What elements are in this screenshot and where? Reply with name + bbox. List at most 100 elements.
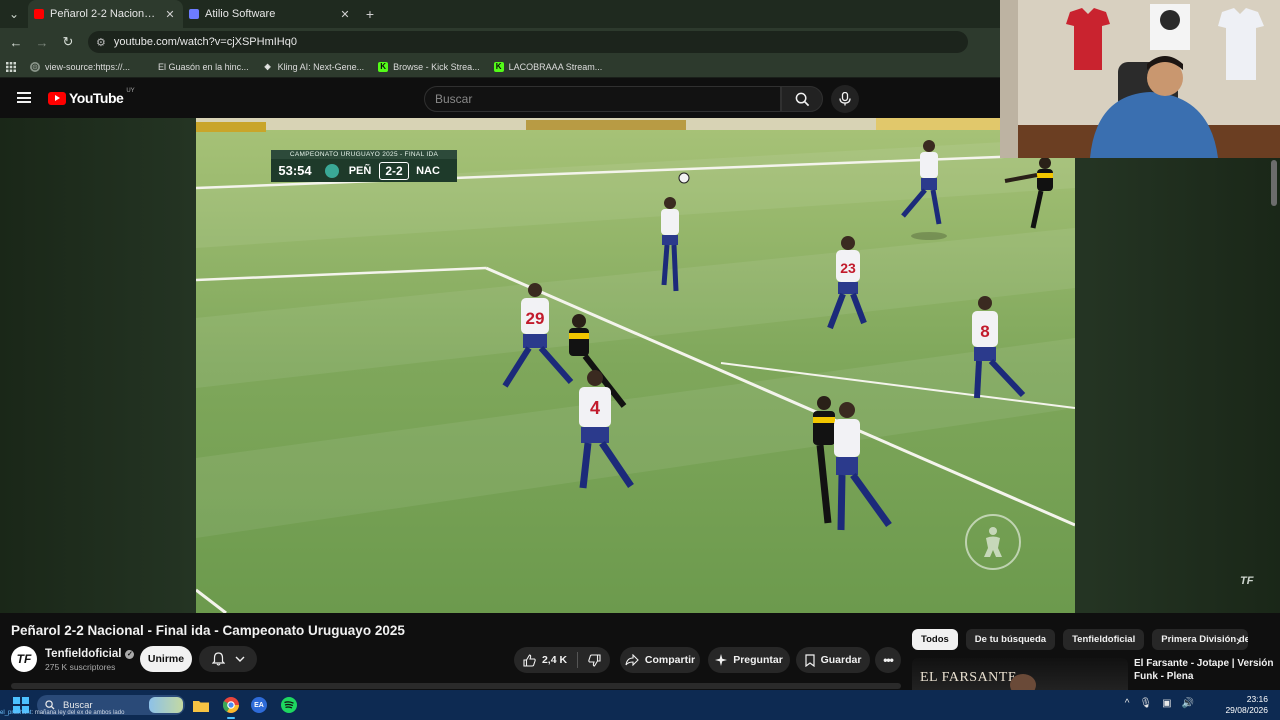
page-scrollbar[interactable]	[1271, 160, 1277, 206]
like-divider	[577, 652, 579, 668]
kick-icon: K	[378, 61, 389, 72]
chip-all[interactable]: Todos	[912, 629, 958, 650]
url-text: youtube.com/watch?v=cjXSPHmIHq0	[113, 36, 297, 48]
share-icon	[625, 654, 639, 666]
volume-icon[interactable]: 🔊	[1182, 698, 1194, 709]
svg-text:29: 29	[526, 309, 545, 328]
tab-youtube[interactable]: Peñarol 2-2 Nacional - Final ida ✕	[28, 0, 183, 28]
bookmark-label: El Guasón en la hinc...	[158, 61, 249, 72]
share-button[interactable]: Compartir	[620, 647, 700, 673]
chrome-icon[interactable]	[221, 695, 241, 719]
voice-search-button[interactable]	[831, 85, 859, 113]
kling-icon: ◈	[264, 62, 271, 71]
chip-from-search[interactable]: De tu búsqueda	[965, 629, 1056, 650]
bookmark-label: LACOBRAAA Stream...	[508, 61, 603, 72]
league-badge-icon	[325, 163, 339, 178]
chevron-up-icon[interactable]: ^	[1125, 698, 1130, 709]
tab-close-icon[interactable]: ✕	[163, 8, 177, 21]
clock-time: 23:16	[1246, 694, 1268, 704]
ea-app-icon[interactable]: EA	[249, 695, 269, 715]
recommendation-title[interactable]: El Farsante - Jotape | Versión Funk - Pl…	[1134, 657, 1274, 683]
ticker-user: el_prashant	[0, 710, 32, 716]
dislike-button[interactable]	[588, 653, 601, 667]
screen: ⌄ Peñarol 2-2 Nacional - Final ida ✕ Ati…	[0, 0, 1280, 720]
tab-close-icon[interactable]: ✕	[338, 8, 352, 21]
thumbs-down-icon	[588, 653, 601, 667]
streamer-camera	[1000, 0, 1280, 158]
taskbar-search-label: Buscar	[63, 699, 93, 711]
notifications-button[interactable]	[199, 646, 257, 672]
youtube-header: YouTube UY Buscar	[0, 78, 1000, 118]
chat-ticker: el_prashant: mañana ley del ex de ambos …	[0, 710, 124, 716]
spotify-icon[interactable]	[279, 695, 299, 715]
recommendation-thumbnail[interactable]: EL FARSANTE	[912, 658, 1128, 690]
bookmark-lacobraaa[interactable]: K LACOBRAAA Stream...	[493, 61, 603, 72]
channel-mark: TF	[1240, 575, 1254, 587]
address-bar[interactable]: ⚙ youtube.com/watch?v=cjXSPHmIHq0	[88, 31, 968, 53]
comments-placeholder-bar	[11, 683, 901, 689]
ask-button[interactable]: Preguntar	[708, 647, 790, 673]
more-actions-button[interactable]: •••	[875, 647, 901, 673]
youtube-play-icon	[48, 91, 66, 105]
search-input[interactable]: Buscar	[424, 86, 781, 112]
forward-icon[interactable]: →	[32, 32, 52, 52]
bookmark-view-source[interactable]: ◎ view-source:https://...	[30, 61, 130, 72]
home-team: PEÑ	[348, 164, 372, 177]
save-button[interactable]: Guardar	[796, 647, 870, 673]
thumbnail-face	[1010, 674, 1036, 690]
sparkle-icon	[715, 654, 728, 666]
taskbar-clock[interactable]: 23:16 29/08/2026	[1225, 694, 1268, 716]
search-highlight-image	[149, 697, 183, 713]
youtube-logo[interactable]: YouTube UY	[48, 88, 135, 106]
chip-primera-division[interactable]: Primera División de U	[1152, 629, 1249, 650]
recommendation-chips: Todos De tu búsqueda Tenfieldoficial Pri…	[912, 629, 1249, 651]
match-score: 2-2	[379, 161, 409, 180]
match-clock: 53:54	[278, 163, 312, 178]
ticker-text: : mañana ley del ex de ambos lado	[31, 710, 125, 716]
save-label: Guardar	[820, 654, 862, 666]
away-team: NAC	[416, 164, 440, 177]
bookmark-label: Kling AI: Next-Gene...	[277, 61, 365, 72]
file-explorer-icon[interactable]	[191, 695, 211, 715]
search-button[interactable]	[781, 86, 823, 112]
reload-icon[interactable]: ↻	[58, 32, 78, 52]
more-icon: •••	[883, 653, 894, 667]
microphone-tray-icon[interactable]: 🎙	[1139, 698, 1152, 709]
youtube-icon	[34, 9, 44, 19]
new-tab-button[interactable]: +	[358, 6, 382, 22]
bookmark-kling[interactable]: ◈ Kling AI: Next-Gene...	[263, 62, 365, 72]
tab-search-icon[interactable]: ⌄	[0, 0, 28, 28]
logo-text: YouTube	[69, 90, 124, 106]
channel-name: Tenfieldoficial	[45, 648, 122, 660]
windows-taskbar: Buscar EA el_prashant: mañana ley del ex…	[0, 690, 1280, 720]
chevron-down-icon	[235, 656, 244, 662]
thumbnail-text: EL FARSANTE	[920, 670, 1017, 685]
svg-text:4: 4	[590, 398, 600, 418]
app-icon	[189, 9, 199, 19]
search-icon	[45, 700, 55, 710]
clock-date: 29/08/2026	[1225, 705, 1268, 715]
menu-icon[interactable]	[17, 92, 31, 103]
channel-name-link[interactable]: Tenfieldoficial ✓	[45, 648, 135, 660]
network-icon[interactable]: ▣	[1162, 698, 1171, 709]
like-button[interactable]: 2,4 K	[523, 653, 567, 667]
back-icon[interactable]: ←	[6, 32, 26, 52]
bell-icon	[211, 652, 225, 666]
scoreboard-main: 53:54 PEÑ 2-2 NAC	[271, 159, 457, 182]
join-button[interactable]: Unirme	[140, 646, 192, 672]
channel-avatar[interactable]: TF	[11, 646, 37, 672]
apps-icon[interactable]	[6, 61, 16, 72]
svg-text:23: 23	[840, 260, 856, 276]
tab-atilio[interactable]: Atilio Software ✕	[183, 0, 358, 28]
football-pitch: 23 29 4 8	[196, 118, 1075, 613]
country-code: UY	[126, 88, 135, 94]
video-title: Peñarol 2-2 Nacional - Final ida - Campe…	[11, 623, 405, 638]
bookmark-kick-browse[interactable]: K Browse - Kick Strea...	[378, 61, 480, 72]
bookmark-guason[interactable]: El Guasón en la hinc...	[158, 62, 249, 72]
site-info-icon[interactable]: ⚙	[96, 36, 106, 49]
competition-label: CAMPEONATO URUGUAYO 2025 - FINAL IDA	[271, 150, 457, 159]
video-frame[interactable]: 23 29 4 8	[196, 118, 1075, 613]
chevron-right-icon[interactable]: ›	[1236, 632, 1241, 648]
chip-channel[interactable]: Tenfieldoficial	[1063, 629, 1145, 650]
tab-title: Atilio Software	[205, 8, 276, 20]
